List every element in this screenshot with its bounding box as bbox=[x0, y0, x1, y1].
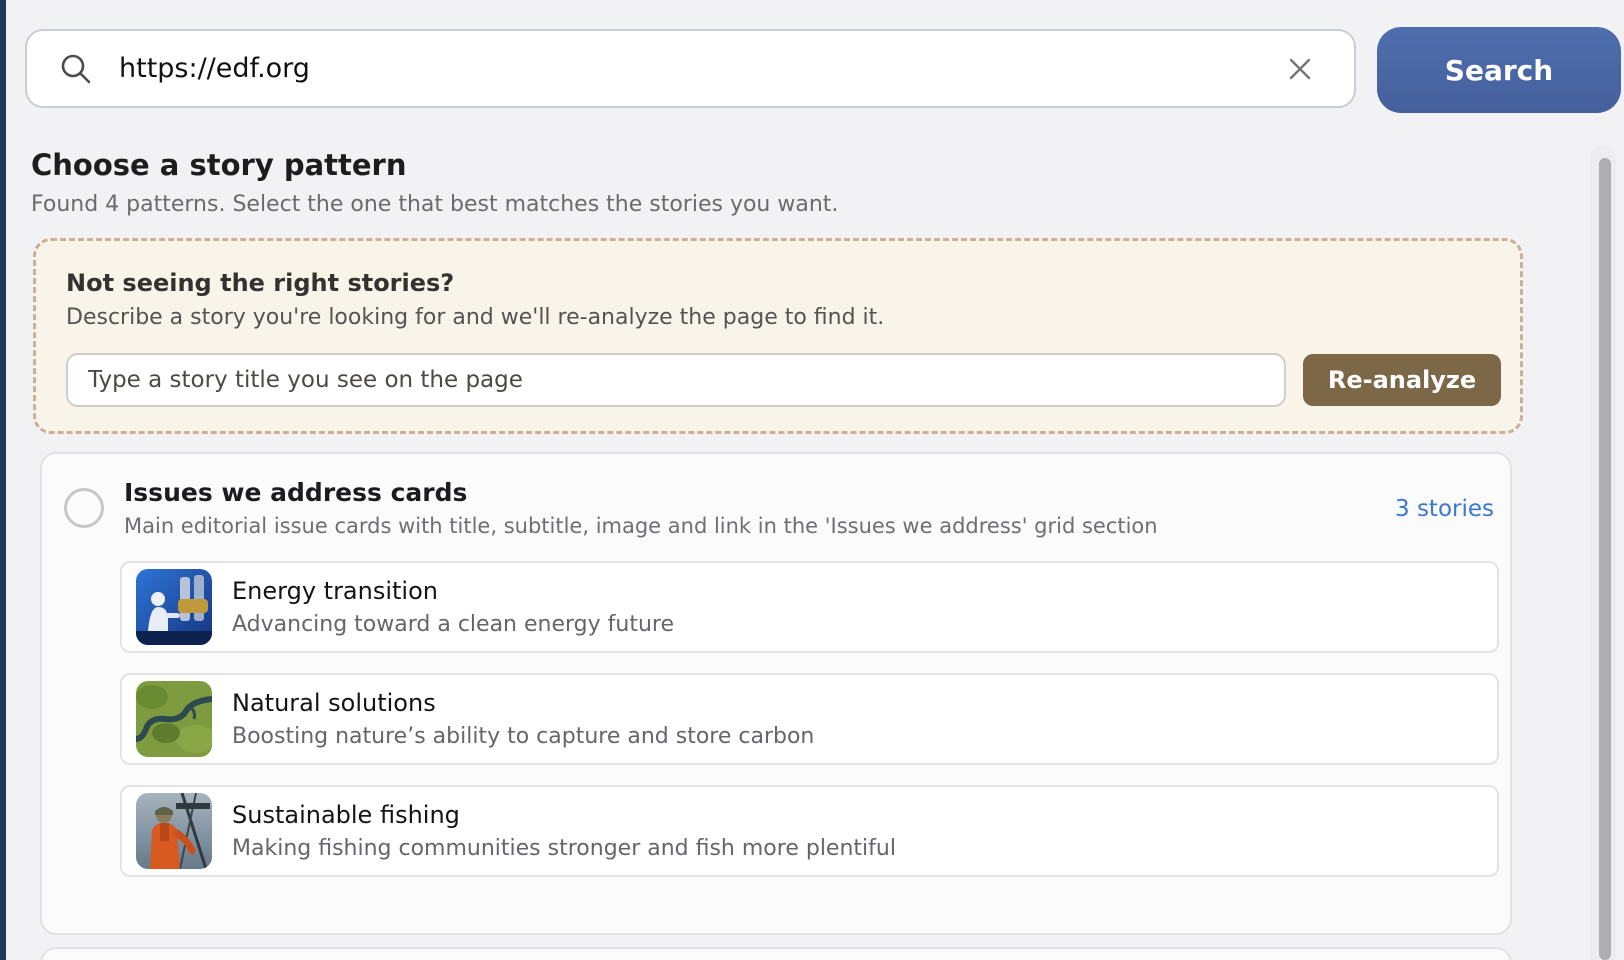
story-subtitle: Making fishing communities stronger and … bbox=[232, 836, 896, 861]
scrollbar-thumb[interactable] bbox=[1599, 158, 1611, 960]
page-title: Choose a story pattern bbox=[31, 148, 407, 182]
energy-transition-thumbnail-image bbox=[136, 569, 212, 645]
search-icon bbox=[59, 52, 93, 86]
story-row-natural-solutions[interactable]: Natural solutions Boosting nature’s abil… bbox=[120, 673, 1499, 765]
clear-icon[interactable] bbox=[1286, 55, 1314, 83]
story-title: Natural solutions bbox=[232, 689, 814, 717]
story-title: Sustainable fishing bbox=[232, 801, 896, 829]
stories-list: Energy transition Advancing toward a cle… bbox=[120, 561, 1499, 897]
refine-description: Describe a story you're looking for and … bbox=[66, 305, 884, 330]
pattern-title: Issues we address cards bbox=[124, 478, 467, 507]
pattern-description: Main editorial issue cards with title, s… bbox=[124, 514, 1158, 538]
next-pattern-card[interactable] bbox=[40, 947, 1512, 960]
scrollbar-track[interactable] bbox=[1590, 145, 1616, 960]
story-title: Energy transition bbox=[232, 577, 674, 605]
stories-count-link[interactable]: 3 stories bbox=[1395, 496, 1494, 522]
natural-solutions-thumbnail-image bbox=[136, 681, 212, 757]
reanalyze-button[interactable]: Re-analyze bbox=[1303, 354, 1501, 406]
search-button[interactable]: Search bbox=[1377, 27, 1621, 113]
pattern-radio[interactable] bbox=[64, 488, 104, 528]
refine-panel: Not seeing the right stories? Describe a… bbox=[33, 238, 1523, 434]
story-title-input[interactable] bbox=[66, 353, 1286, 407]
refine-title: Not seeing the right stories? bbox=[66, 269, 454, 297]
page-subtitle: Found 4 patterns. Select the one that be… bbox=[31, 192, 838, 217]
sustainable-fishing-thumbnail-image bbox=[136, 793, 212, 869]
story-row-sustainable-fishing[interactable]: Sustainable fishing Making fishing commu… bbox=[120, 785, 1499, 877]
url-input[interactable] bbox=[117, 52, 1286, 85]
story-subtitle: Advancing toward a clean energy future bbox=[232, 612, 674, 637]
window-edge bbox=[0, 0, 6, 960]
story-row-energy-transition[interactable]: Energy transition Advancing toward a cle… bbox=[120, 561, 1499, 653]
story-subtitle: Boosting nature’s ability to capture and… bbox=[232, 724, 814, 749]
pattern-card[interactable]: Issues we address cards Main editorial i… bbox=[40, 452, 1512, 935]
url-search-field[interactable] bbox=[25, 29, 1356, 108]
